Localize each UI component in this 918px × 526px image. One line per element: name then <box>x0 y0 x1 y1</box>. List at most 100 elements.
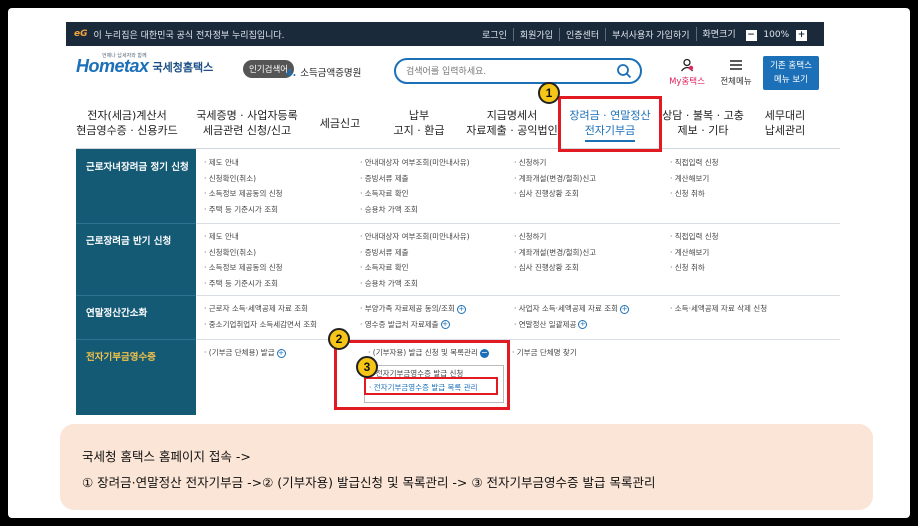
zoom-label: 화면크기 <box>702 30 736 40</box>
gov-notice-bar: eG 이 누리집은 대한민국 공식 전자정부 누리집입니다. 로그인 회원가입 … <box>66 22 824 46</box>
all-menu-button[interactable]: 전체메뉴 <box>714 58 758 87</box>
menu-item[interactable]: · 연말정산 일괄제공 + <box>514 317 629 333</box>
menu-item[interactable]: · 소득·세액공제 자료 삭제 신청 <box>670 301 767 317</box>
menu-col: · 소득·세액공제 자료 삭제 신청 <box>670 301 767 317</box>
expand-icon[interactable]: + <box>620 304 630 314</box>
expand-icon[interactable]: + <box>456 304 466 314</box>
menu-col: · 제도 안내 · 신청확인(취소) · 소득정보 제공동의 신청 · 주택 등… <box>204 229 283 291</box>
classic-menu-button[interactable]: 기존 홈택스 메뉴 보기 <box>763 56 819 90</box>
expand-icon[interactable]: + <box>440 320 450 329</box>
menu-item[interactable]: · 신청 취하 <box>670 260 719 276</box>
search-box <box>394 58 642 84</box>
menu-item[interactable]: · 소득정보 제공동의 신청 <box>204 260 283 276</box>
menu-item[interactable]: · 계좌개설(변경/철회)신고 <box>514 171 596 187</box>
menu-item[interactable]: · 영수증 발급처 자료제출 + <box>360 317 466 333</box>
nav-tax-agent-line1: 세무대리 <box>764 109 806 122</box>
menu-item[interactable]: · 부양가족 자료제공 동의/조회 + <box>360 301 466 317</box>
menu-col: · 사업자 소득·세액공제 자료 조회 + · 연말정산 일괄제공 + <box>514 301 630 333</box>
menu-col: · 직접입력 신청 · 계산해보기 · 신청 취하 <box>670 155 719 202</box>
nav-tax-filing[interactable]: 세금신고 <box>306 100 374 148</box>
category-eitc-regular[interactable]: 근로자녀장려금 정기 신청 <box>76 159 196 173</box>
nav-consultation-line2: 제보 · 기타 <box>677 124 729 137</box>
menu-item[interactable]: · 심사 진행상황 조회 <box>514 186 596 202</box>
caption-line-1: 국세청 홈택스 홈페이지 접속 -> <box>82 449 251 464</box>
category-e-donation-receipt[interactable]: 전자기부금영수증 <box>76 349 196 363</box>
menu-item[interactable]: · 제도 안내 <box>204 155 283 171</box>
menu-col: · 안내대상자 여부조회(미안내사유) · 증빙서류 제출 · 소득자료 확인 … <box>360 229 470 291</box>
hamburger-icon <box>730 60 742 70</box>
menu-item[interactable]: · 계좌개설(변경/철회)신고 <box>514 245 596 261</box>
menu-item[interactable]: · (기부금 단체용) 발급 + <box>204 345 286 361</box>
menu-item[interactable]: · 증빙서류 제출 <box>360 245 470 261</box>
login-link[interactable]: 로그인 <box>476 28 513 41</box>
row-divider <box>76 223 196 224</box>
menu-item[interactable]: · 승용차 가액 조회 <box>360 202 470 218</box>
zoom-out-button[interactable]: − <box>745 30 757 41</box>
menu-item[interactable]: · 소득정보 제공동의 신청 <box>204 186 283 202</box>
menu-item[interactable]: · 소득자료 확인 <box>360 260 470 276</box>
nav-consultation-line1: 상담 · 불복 · 고충 <box>662 109 744 122</box>
nav-payment-line2: 고지 · 환급 <box>393 124 445 137</box>
menu-item[interactable]: · 안내대상자 여부조회(미안내사유) <box>360 229 470 245</box>
my-hometax-button[interactable]: My홈택스 <box>666 58 708 87</box>
menu-item[interactable]: · 계산해보기 <box>670 171 719 187</box>
nav-consultation[interactable]: 상담 · 불복 · 고충 제보 · 기타 <box>660 100 746 148</box>
nav-tax-certificates[interactable]: 국세증명 · 사업자등록 세금관련 신청/신고 <box>188 100 306 148</box>
menu-col: · 안내대상자 여부조회(미안내사유) · 증빙서류 제출 · 소득자료 확인 … <box>360 155 470 217</box>
menu-col: · 제도 안내 · 신청확인(취소) · 소득정보 제공동의 신청 · 주택 등… <box>204 155 283 217</box>
signup-link[interactable]: 회원가입 <box>512 27 559 41</box>
step-badge-1: 1 <box>538 82 560 104</box>
menu-item[interactable]: · 안내대상자 여부조회(미안내사유) <box>360 155 470 171</box>
expand-icon[interactable]: + <box>578 320 588 329</box>
menu-item[interactable]: · 기부금 단체명 찾기 <box>512 345 577 361</box>
menu-item[interactable]: · 신청하기 <box>514 229 596 245</box>
category-eitc-half[interactable]: 근로장려금 반기 신청 <box>76 233 196 247</box>
menu-item[interactable]: · 승용차 가액 조회 <box>360 276 470 292</box>
gov-notice-text[interactable]: 이 누리집은 대한민국 공식 전자정부 누리집입니다. <box>94 28 477 41</box>
nav-tax-agent-line2: 납세관리 <box>764 124 806 137</box>
menu-item[interactable]: · 직접입력 신청 <box>670 155 719 171</box>
menu-item[interactable]: · 심사 진행상황 조회 <box>514 260 596 276</box>
nav-payment[interactable]: 납부 고지 · 환급 <box>374 100 464 148</box>
menu-item[interactable]: · 소득자료 확인 <box>360 186 470 202</box>
menu-item[interactable]: · 제도 안내 <box>204 229 283 245</box>
menu-item[interactable]: · 직접입력 신청 <box>670 229 719 245</box>
menu-item[interactable]: · 신청확인(취소) <box>204 245 283 261</box>
nav-e-invoice[interactable]: 전자(세금)계산서 현금영수증 · 신용카드 <box>66 100 188 148</box>
expand-icon[interactable]: + <box>276 348 286 358</box>
all-menu-label: 전체메뉴 <box>720 77 752 87</box>
menu-item[interactable]: · 주택 등 기준시가 조회 <box>204 276 283 292</box>
cert-center-link[interactable]: 인증센터 <box>559 27 605 41</box>
row-divider <box>76 295 196 296</box>
zoom-in-button[interactable]: + <box>796 30 807 41</box>
menu-item[interactable]: · 신청하기 <box>514 155 596 171</box>
nav-tax-filing-line1: 세금신고 <box>319 117 361 130</box>
menu-item[interactable]: · 증빙서류 제출 <box>360 171 470 187</box>
utility-links: 로그인 회원가입 인증센터 부서사용자 가입하기 화면크기 − 100% + <box>476 27 816 41</box>
user-icon <box>680 58 694 72</box>
nav-payment-statements[interactable]: 지급명세서 자료제출 · 공익법인 <box>464 100 560 148</box>
hometax-logo[interactable]: 언제나 납세자와 함께 Hometax 국세청홈택스 <box>76 53 213 77</box>
menu-item[interactable]: · 주택 등 기준시가 조회 <box>204 202 283 218</box>
panel-category-column <box>76 149 196 415</box>
category-year-end-simplified[interactable]: 연말정산간소화 <box>76 305 196 319</box>
menu-item-label: · 영수증 발급처 자료제출 <box>360 319 439 329</box>
my-hometax-label: My홈택스 <box>669 77 705 87</box>
menu-item[interactable]: · 근로자 소득·세액공제 자료 조회 <box>204 301 317 317</box>
nav-payment-line1: 납부 <box>408 109 430 122</box>
menu-col: · 기부금 단체명 찾기 <box>512 345 577 361</box>
dept-user-signup-link[interactable]: 부서사용자 가입하기 <box>605 27 695 41</box>
nav-tax-agent[interactable]: 세무대리 납세관리 <box>746 100 824 148</box>
nav-payment-statements-line1: 지급명세서 <box>486 109 538 122</box>
menu-item[interactable]: · 신청 취하 <box>670 186 719 202</box>
menu-item[interactable]: · 신청확인(취소) <box>204 171 283 187</box>
nav-tax-certificates-line1: 국세증명 · 사업자등록 <box>196 109 298 122</box>
menu-item[interactable]: · 중소기업취업자 소득세감면서 조회 <box>204 317 317 333</box>
search-icon[interactable] <box>616 63 632 79</box>
search-input[interactable] <box>406 64 606 80</box>
menu-item[interactable]: · 계산해보기 <box>670 245 719 261</box>
menu-col: · 신청하기 · 계좌개설(변경/철회)신고 · 심사 진행상황 조회 <box>514 229 596 276</box>
step-badge-2: 2 <box>328 328 350 350</box>
popular-search-term[interactable]: 4. 소득금액증명원 <box>286 65 361 79</box>
menu-item[interactable]: · 사업자 소득·세액공제 자료 조회 + <box>514 301 630 317</box>
